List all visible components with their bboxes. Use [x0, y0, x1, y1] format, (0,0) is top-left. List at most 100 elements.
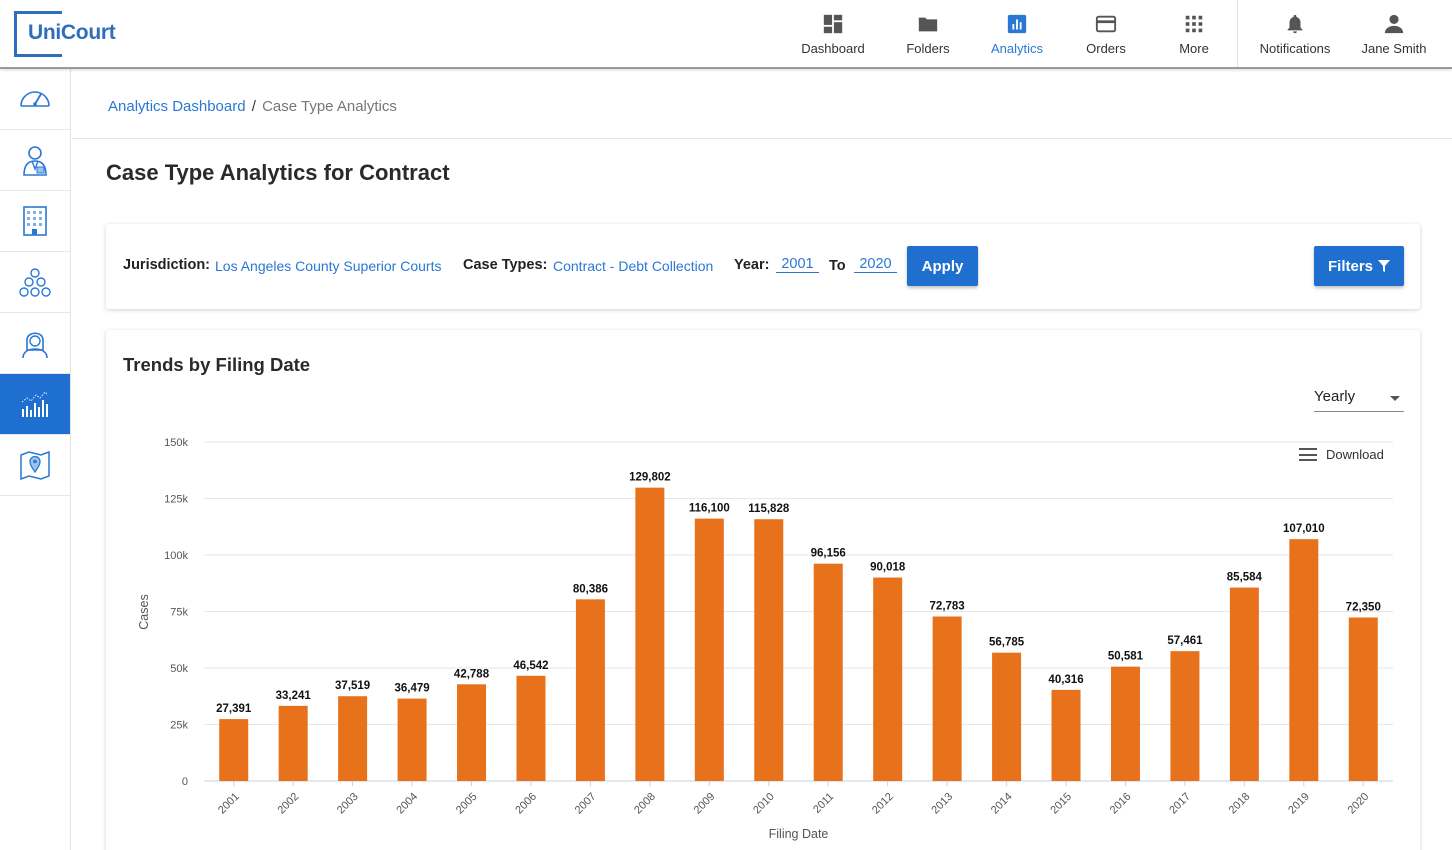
x-tick-label: 2017 [1167, 791, 1193, 817]
nav-dashboard-label: Dashboard [801, 41, 865, 56]
x-tick-label: 2015 [1048, 791, 1074, 817]
x-tick-label: 2006 [513, 791, 539, 817]
nav-orders[interactable]: Orders [1076, 0, 1136, 67]
nav-dashboard[interactable]: Dashboard [798, 0, 868, 67]
data-label: 116,100 [689, 503, 730, 515]
x-tick-label: 2012 [870, 791, 896, 817]
bar [219, 719, 249, 781]
apply-button[interactable]: Apply [907, 246, 978, 286]
credit-card-icon [1095, 15, 1117, 33]
nav-analytics[interactable]: Analytics [982, 0, 1052, 67]
x-tick-label: 2013 [929, 791, 955, 817]
bar [278, 705, 308, 781]
bar [694, 518, 724, 781]
nav-more[interactable]: More [1164, 0, 1224, 67]
x-tick-label: 2002 [275, 791, 301, 817]
bar [754, 519, 784, 781]
y-tick-label: 150k [164, 437, 188, 449]
x-tick-label: 2008 [632, 791, 658, 817]
y-tick-label: 125k [164, 494, 188, 506]
data-label: 33,241 [276, 690, 312, 702]
data-label: 42,788 [454, 668, 490, 680]
trends-chart-card: Trends by Filing Date Yearly Download 02… [106, 330, 1420, 850]
data-label: 36,479 [394, 683, 429, 695]
data-label: 72,783 [930, 601, 965, 613]
folder-icon [918, 17, 938, 32]
bar [397, 698, 427, 781]
bar [1051, 689, 1081, 781]
jurisdiction-value[interactable]: Los Angeles County Superior Courts [215, 258, 441, 274]
bell-icon [1287, 14, 1303, 34]
sidebar-item-dashboard[interactable] [0, 69, 70, 130]
nav-orders-label: Orders [1086, 41, 1126, 56]
breadcrumb-separator: / [251, 98, 256, 115]
x-tick-label: 2019 [1286, 791, 1312, 817]
bar [873, 577, 903, 781]
bar [813, 563, 843, 781]
year-from-input[interactable]: 2001 [776, 256, 819, 273]
brand-logo[interactable]: UniCourt [28, 21, 118, 45]
x-tick-label: 2016 [1108, 791, 1134, 817]
sidebar-item-map[interactable] [0, 435, 70, 496]
y-axis-title: Cases [137, 594, 151, 629]
breadcrumb-link-analytics-dashboard[interactable]: Analytics Dashboard [108, 98, 246, 115]
case-types-label: Case Types: [463, 257, 548, 273]
data-label: 56,785 [989, 637, 1025, 649]
nav-notifications[interactable]: Notifications [1250, 0, 1340, 67]
nav-user-label: Jane Smith [1361, 41, 1427, 56]
nav-folders[interactable]: Folders [898, 0, 958, 67]
data-label: 90,018 [870, 562, 906, 574]
filter-funnel-icon [1378, 260, 1390, 272]
judge-icon [22, 332, 48, 359]
year-to-label: To [829, 258, 846, 274]
bar [457, 684, 487, 781]
case-types-value[interactable]: Contract - Debt Collection [553, 258, 713, 274]
year-to-input[interactable]: 2020 [854, 256, 897, 273]
sidebar-item-analytics[interactable] [0, 374, 70, 435]
sidebar-item-parties[interactable] [0, 252, 70, 313]
left-sidebar [0, 69, 71, 850]
analytics-chart-icon [21, 391, 49, 417]
data-label: 107,010 [1283, 523, 1325, 535]
building-icon [23, 206, 47, 236]
year-label: Year: [734, 257, 770, 273]
breadcrumb-current: Case Type Analytics [262, 98, 397, 115]
filter-bar: Jurisdiction: Los Angeles County Superio… [106, 224, 1420, 309]
x-tick-label: 2003 [335, 791, 361, 817]
data-label: 46,542 [513, 660, 548, 672]
nav-more-label: More [1179, 41, 1209, 56]
bar [1289, 539, 1319, 781]
bar [575, 599, 605, 781]
breadcrumb: Analytics Dashboard / Case Type Analytic… [72, 69, 1452, 139]
dashboard-icon [823, 14, 843, 34]
y-tick-label: 75k [170, 607, 188, 619]
sidebar-item-judges[interactable] [0, 313, 70, 374]
bar [1110, 666, 1140, 781]
x-tick-label: 2001 [216, 791, 242, 817]
map-pin-icon [20, 450, 50, 481]
top-header: UniCourt Dashboard Folders Analytics Ord… [0, 0, 1452, 69]
x-tick-label: 2014 [989, 791, 1015, 817]
data-label: 50,581 [1108, 651, 1144, 663]
bar [338, 696, 368, 781]
y-tick-label: 50k [170, 663, 188, 675]
sidebar-item-attorneys[interactable] [0, 130, 70, 191]
filters-button-label: Filters [1327, 257, 1373, 275]
bar [992, 652, 1022, 781]
analytics-icon [1007, 14, 1027, 34]
x-tick-label: 2018 [1227, 791, 1253, 817]
bar [1348, 617, 1378, 781]
x-tick-label: 2007 [573, 791, 599, 817]
data-label: 85,584 [1227, 572, 1263, 584]
filters-button[interactable]: Filters [1314, 246, 1404, 286]
data-label: 37,519 [335, 680, 370, 692]
page-title: Case Type Analytics for Contract [106, 160, 450, 185]
sidebar-item-courts[interactable] [0, 191, 70, 252]
nav-folders-label: Folders [906, 41, 950, 56]
nav-user-menu[interactable]: Jane Smith [1352, 0, 1436, 67]
speedometer-icon [20, 91, 50, 107]
x-tick-label: 2004 [394, 791, 420, 817]
nav-notifications-label: Notifications [1259, 41, 1331, 56]
nav-divider [1237, 0, 1238, 67]
x-tick-label: 2011 [811, 791, 836, 816]
